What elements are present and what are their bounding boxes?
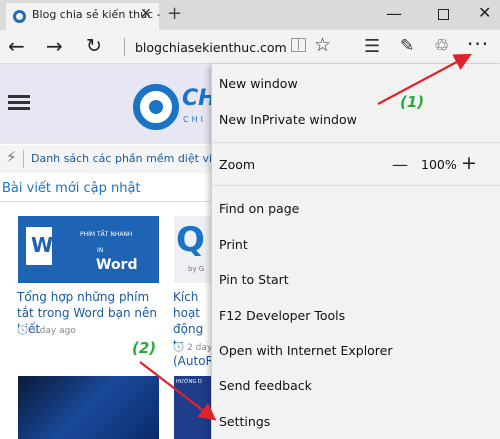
post-title-link[interactable]: Kích hoạt động tr (AutoR — [173, 289, 213, 369]
site-logo-subtext: CHI — [183, 115, 206, 124]
site-favicon-icon — [13, 10, 26, 23]
post-thumbnail[interactable] — [18, 376, 159, 439]
address-divider — [124, 38, 125, 56]
post-thumbnail[interactable] — [174, 376, 212, 439]
zoom-in-icon[interactable]: + — [461, 152, 477, 174]
section-divider — [0, 201, 212, 202]
menu-item-print[interactable]: Print — [219, 237, 248, 252]
refresh-icon[interactable]: ↻ — [86, 36, 102, 56]
new-tab-button[interactable]: + — [167, 3, 182, 24]
zoom-level: 100% — [421, 157, 457, 172]
word-letter: W — [31, 233, 54, 257]
thumbnail-caption: HƯỚNG D — [176, 379, 202, 385]
menu-item-new-window[interactable]: New window — [219, 76, 298, 91]
thumbnail-caption: PHÍM TẮT NHANH — [80, 231, 133, 238]
menu-item-new-inprivate-window[interactable]: New InPrivate window — [219, 112, 357, 127]
annotation-step-2: (2) — [132, 339, 157, 357]
share-icon[interactable]: ♲ — [434, 36, 449, 56]
menu-item-zoom: Zoom — [219, 157, 256, 172]
star-icon[interactable]: ☆ — [314, 34, 331, 56]
ticker-divider — [23, 150, 24, 168]
window-close-icon[interactable]: ✕ — [478, 3, 491, 22]
tab-close-icon[interactable]: ✕ — [140, 6, 152, 22]
menu-item-settings[interactable]: Settings — [219, 414, 270, 429]
menu-item-find-on-page[interactable]: Find on page — [219, 201, 299, 216]
forward-arrow-icon[interactable]: → — [46, 36, 63, 56]
hamburger-menu-icon[interactable] — [8, 95, 30, 110]
minimize-icon[interactable]: — — [386, 4, 402, 23]
maximize-icon[interactable] — [438, 9, 449, 20]
lightning-icon: ⚡ — [6, 148, 17, 166]
ticker-link[interactable]: Danh sách các phần mềm diệt virus — [31, 152, 229, 165]
web-note-icon[interactable]: ✎ — [400, 36, 414, 56]
thumbnail-caption: Word — [96, 257, 138, 273]
site-logo-icon — [133, 84, 179, 130]
thumbnail-caption: IN — [97, 247, 104, 254]
hub-icon[interactable]: ☰ — [364, 36, 380, 57]
post-date: 🕓 1 day ago — [17, 326, 76, 336]
thumbnail-letter: Q — [176, 220, 205, 260]
menu-divider — [211, 185, 500, 186]
back-arrow-icon[interactable]: ← — [8, 36, 25, 56]
menu-item-developer-tools[interactable]: F12 Developer Tools — [219, 308, 345, 323]
menu-divider — [211, 142, 500, 143]
menu-item-send-feedback[interactable]: Send feedback — [219, 378, 312, 393]
more-actions-icon[interactable]: ··· — [467, 32, 489, 56]
section-title: Bài viết mới cập nhật — [2, 181, 141, 196]
address-bar[interactable]: blogchiasekienthuc.com — [135, 40, 287, 55]
menu-item-pin-to-start[interactable]: Pin to Start — [219, 272, 289, 287]
zoom-out-icon[interactable]: — — [392, 155, 408, 174]
thumbnail-caption: by G — [188, 265, 205, 273]
site-header — [0, 64, 212, 144]
menu-item-open-with-ie[interactable]: Open with Internet Explorer — [219, 343, 393, 358]
annotation-step-1: (1) — [400, 93, 425, 111]
reading-view-icon[interactable] — [291, 38, 306, 52]
